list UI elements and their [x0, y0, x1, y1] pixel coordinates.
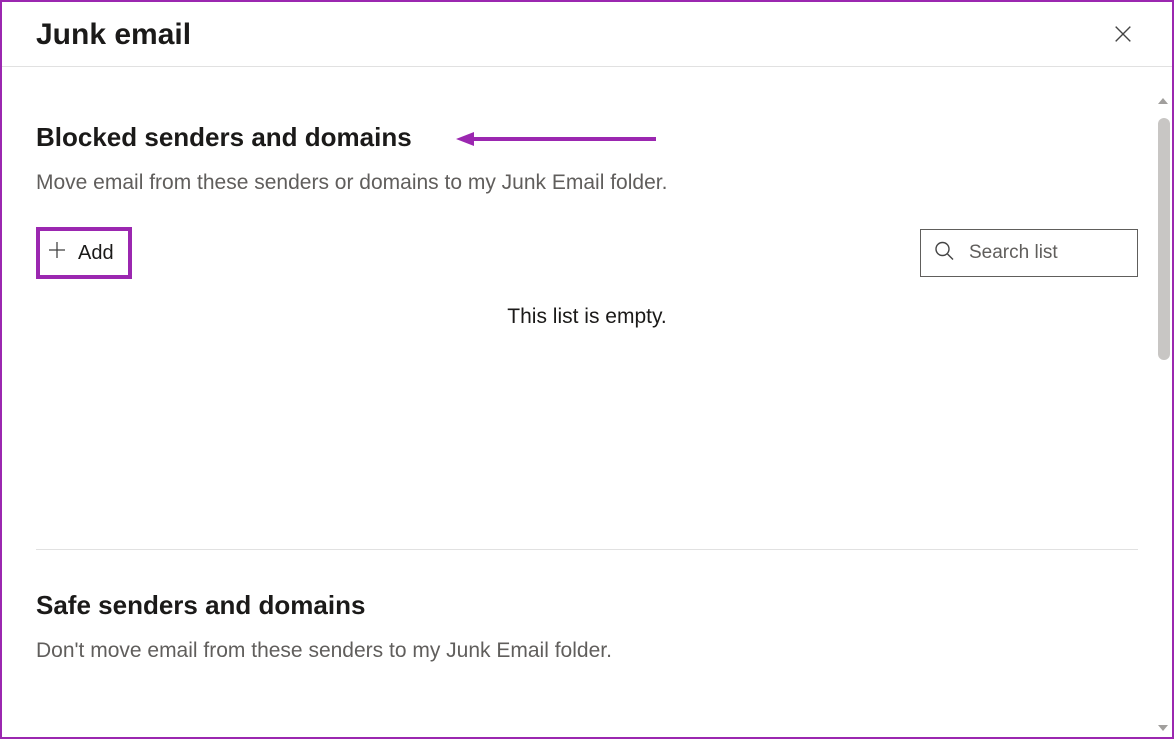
search-blocked-wrap	[920, 229, 1138, 277]
safe-section-description: Don't move email from these senders to m…	[36, 639, 1138, 663]
section-divider	[36, 549, 1138, 550]
blocked-section-description: Move email from these senders or domains…	[36, 171, 1138, 195]
blocked-action-row: Add	[36, 227, 1138, 279]
scrollbar-thumb[interactable]	[1158, 118, 1170, 360]
plus-icon	[48, 241, 66, 265]
blocked-empty-message: This list is empty.	[36, 305, 1138, 329]
dialog-header: Junk email	[2, 2, 1172, 67]
scroll-down-button[interactable]	[1156, 721, 1170, 735]
close-button[interactable]	[1108, 19, 1138, 52]
blocked-section-title: Blocked senders and domains	[36, 122, 412, 153]
annotation-arrow-icon	[456, 129, 656, 154]
annotation-highlight-box: Add	[36, 227, 132, 279]
safe-section: Safe senders and domains Don't move emai…	[36, 590, 1138, 663]
close-icon	[1112, 23, 1134, 48]
blocked-section: Blocked senders and domains Move email f…	[36, 122, 1138, 329]
search-blocked-input[interactable]	[920, 229, 1138, 277]
add-button-label: Add	[78, 242, 114, 265]
scroll-up-button[interactable]	[1156, 94, 1170, 108]
add-blocked-button[interactable]: Add	[44, 235, 124, 271]
page-title: Junk email	[36, 18, 191, 52]
safe-section-title: Safe senders and domains	[36, 590, 365, 621]
scroll-area: Blocked senders and domains Move email f…	[2, 92, 1172, 737]
